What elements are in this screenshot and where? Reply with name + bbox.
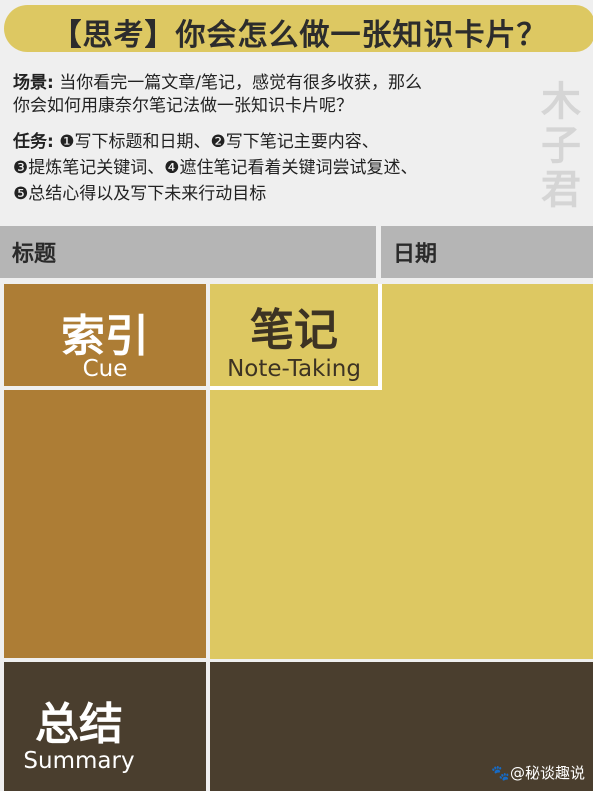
- date-field: 日期: [381, 226, 593, 278]
- divider: [210, 386, 382, 390]
- source-credit: 🐾@秘谈趣说: [491, 764, 585, 782]
- author-watermark: 木子君: [538, 80, 584, 212]
- scene-text-2: 你会如何用康奈尔笔记法做一张知识卡片呢？: [13, 96, 353, 116]
- notes-header: 笔记 Note-Taking: [210, 284, 378, 386]
- task-text-3: ❺总结心得以及写下未来行动目标: [13, 184, 267, 204]
- title-field-label: 标题: [12, 242, 57, 267]
- scene-label: 场景:: [13, 73, 54, 93]
- cue-area: [4, 390, 206, 658]
- title-field: 标题: [0, 226, 376, 278]
- summary-area: 总结 Summary: [4, 662, 206, 791]
- scene-line-1: 场景: 当你看完一篇文章/笔记，感觉有很多收获，那么: [13, 72, 422, 94]
- task-text-1: ❶写下标题和日期、❷写下笔记主要内容、: [59, 132, 379, 152]
- task-text-2: ❸提炼笔记关键词、❹遮住笔记看着关键词尝试复述、: [13, 158, 418, 178]
- intro-panel: 【思考】你会怎么做一张知识卡片？ 场景: 当你看完一篇文章/笔记，感觉有很多收获…: [0, 0, 593, 222]
- task-label: 任务:: [13, 132, 54, 152]
- page-title: 【思考】你会怎么做一张知识卡片？: [51, 18, 548, 53]
- notes-title: 笔记: [250, 305, 338, 356]
- task-line-3: ❺总结心得以及写下未来行动目标: [13, 183, 266, 205]
- date-field-label: 日期: [393, 242, 438, 267]
- notes-subtitle: Note-Taking: [227, 356, 361, 382]
- cue-header: 索引 Cue: [4, 284, 206, 386]
- summary-title: 总结: [35, 699, 123, 750]
- scene-line-2: 你会如何用康奈尔笔记法做一张知识卡片呢？: [13, 95, 353, 117]
- task-line-1: 任务: ❶写下标题和日期、❷写下笔记主要内容、: [13, 131, 379, 153]
- title-banner: 【思考】你会怎么做一张知识卡片？: [4, 5, 593, 53]
- divider: [378, 284, 382, 390]
- task-line-2: ❸提炼笔记关键词、❹遮住笔记看着关键词尝试复述、: [13, 157, 417, 179]
- watermark-text: 木子君: [541, 79, 581, 213]
- summary-subtitle: Summary: [23, 748, 135, 774]
- scene-text-1: 当你看完一篇文章/笔记，感觉有很多收获，那么: [59, 73, 422, 93]
- cue-title: 索引: [61, 311, 149, 362]
- cue-subtitle: Cue: [82, 356, 128, 382]
